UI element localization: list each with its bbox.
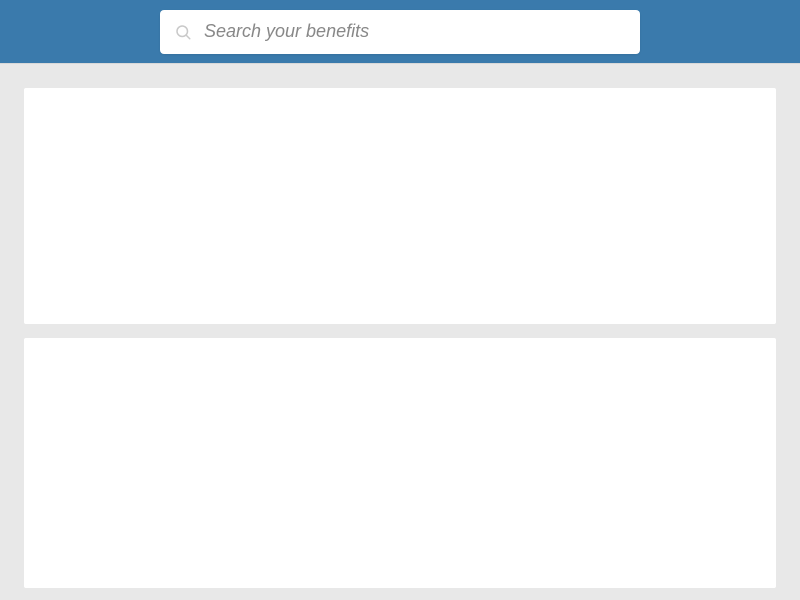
content-area xyxy=(0,64,800,600)
card-placeholder xyxy=(24,88,776,324)
search-input[interactable] xyxy=(204,21,626,42)
card-placeholder xyxy=(24,338,776,588)
header-bar xyxy=(0,0,800,64)
search-icon xyxy=(174,23,192,41)
search-container xyxy=(160,10,640,54)
